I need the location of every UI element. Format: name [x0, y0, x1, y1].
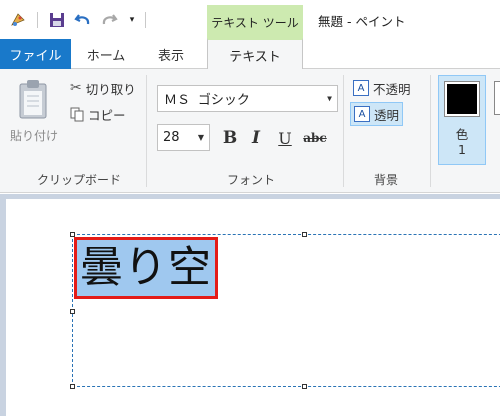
color1-button[interactable]: 色 1: [438, 75, 486, 165]
transparent-button[interactable]: A 透明: [350, 102, 404, 126]
opaque-button[interactable]: A 不透明: [350, 76, 414, 100]
chevron-down-icon: ▼: [327, 94, 332, 103]
save-icon[interactable]: [47, 10, 67, 30]
copy-button[interactable]: コピー: [70, 103, 126, 125]
ribbon-tab-row: ファイル ホーム 表示 テキスト: [0, 38, 500, 70]
group-separator: [430, 75, 431, 187]
resize-handle-left[interactable]: [70, 309, 75, 314]
underline-button[interactable]: U: [273, 126, 297, 150]
undo-icon[interactable]: [73, 10, 93, 30]
resize-handle-bottom-left[interactable]: [70, 384, 75, 389]
color1-number: 1: [458, 142, 466, 157]
ribbon: 貼り付け ✂ 切り取り コピー クリップボード ＭＳ ゴシック ▼ 28 ▼ B…: [0, 69, 500, 193]
bold-button[interactable]: B: [218, 126, 242, 150]
qa-separator: [37, 12, 38, 28]
window-title: 無題 - ペイント: [318, 14, 406, 29]
resize-handle-top[interactable]: [302, 232, 307, 237]
cut-button[interactable]: ✂ 切り取り: [70, 77, 136, 99]
tab-text[interactable]: テキスト: [207, 38, 303, 70]
transparent-icon: A: [354, 106, 370, 122]
font-size-value: 28: [163, 130, 180, 145]
strikethrough-button[interactable]: abc: [301, 126, 329, 150]
tab-home[interactable]: ホーム: [78, 39, 134, 69]
paste-button[interactable]: 貼り付け: [6, 75, 62, 147]
title-bar: ▾ テキスト ツール 無題 - ペイント: [0, 0, 500, 39]
background-group-label: 背景: [374, 173, 399, 187]
font-group-label: フォント: [227, 173, 276, 187]
group-separator: [343, 75, 344, 187]
paste-label: 貼り付け: [10, 129, 59, 143]
tab-file[interactable]: ファイル: [0, 39, 71, 69]
clipboard-icon: [19, 80, 47, 119]
copy-icon: [70, 107, 84, 121]
customize-dropdown-icon[interactable]: ▾: [122, 10, 142, 30]
color1-swatch: [444, 81, 480, 117]
qa-separator: [145, 12, 146, 28]
transparent-label: 透明: [374, 107, 400, 123]
font-size-select[interactable]: 28 ▼: [157, 124, 210, 151]
opaque-icon: A: [353, 80, 369, 96]
copy-label: コピー: [88, 107, 126, 123]
color1-label: 色: [455, 127, 469, 142]
font-family-value: ＭＳ ゴシック: [164, 93, 250, 108]
group-separator: [146, 75, 147, 187]
selected-text[interactable]: 曇り空: [74, 237, 218, 299]
text-tools-context-header: テキスト ツール: [207, 5, 303, 39]
redo-icon[interactable]: [99, 10, 119, 30]
chevron-down-icon: ▼: [197, 133, 204, 142]
font-family-select[interactable]: ＭＳ ゴシック ▼: [157, 85, 338, 112]
scissors-icon: ✂: [70, 80, 82, 96]
italic-button[interactable]: I: [244, 126, 268, 150]
color2-swatch[interactable]: [494, 81, 500, 115]
clipboard-group-label: クリップボード: [37, 173, 122, 187]
resize-handle-bottom[interactable]: [302, 384, 307, 389]
opaque-label: 不透明: [373, 81, 411, 97]
paint-app-icon[interactable]: [8, 10, 28, 30]
tab-view[interactable]: 表示: [146, 39, 196, 69]
cut-label: 切り取り: [85, 81, 136, 97]
